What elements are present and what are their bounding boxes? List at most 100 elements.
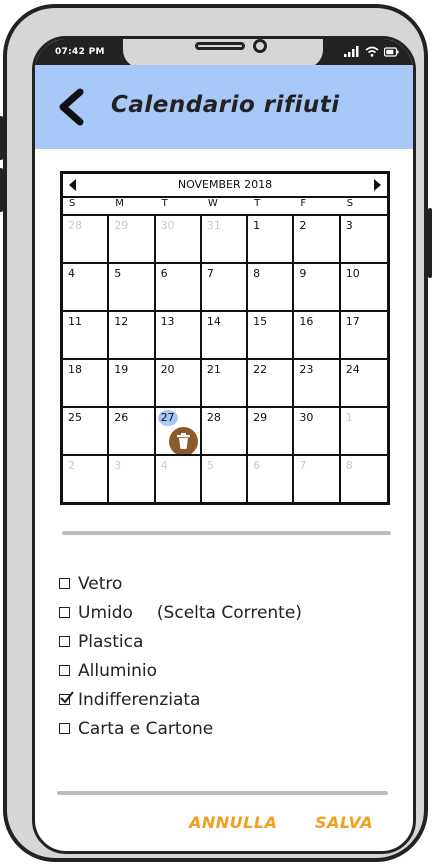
next-month-button[interactable] [374,179,381,191]
cancel-button[interactable]: ANNULLA [189,813,277,832]
day-number: 25 [68,411,82,424]
calendar-day[interactable]: 14 [201,310,249,358]
day-number: 27 [160,411,175,424]
volume-button [0,168,3,212]
calendar-day[interactable]: 18 [63,358,110,406]
calendar-day[interactable]: 9 [294,262,341,310]
calendar-day[interactable]: 6 [155,262,202,310]
day-number: 22 [253,363,268,376]
checkbox-icon[interactable] [59,607,70,618]
waste-option-label: Umido [78,602,133,623]
calendar-day[interactable]: 13 [155,310,202,358]
checkbox-icon[interactable] [59,665,70,676]
day-number: 7 [206,267,214,280]
day-number: 21 [206,363,221,376]
day-number: 17 [345,315,360,328]
calendar-day[interactable]: 4 [63,262,110,310]
day-number: 20 [160,363,175,376]
calendar-day[interactable]: 8 [340,454,387,502]
calendar-day[interactable]: 28 [201,406,249,454]
calendar-day[interactable]: 26 [109,406,156,454]
waste-option[interactable]: Umido (Scelta Corrente) [59,598,302,627]
calendar-day[interactable]: 2 [63,454,110,502]
calendar-day[interactable]: 29 [109,214,156,262]
divider [57,791,388,795]
calendar-day[interactable]: 4 [155,454,202,502]
calendar-day[interactable]: 30 [155,214,202,262]
calendar-header: NOVEMBER 2018 [63,174,387,198]
calendar-day[interactable]: 30 [294,406,341,454]
status-icons [344,46,399,57]
phone-frame: 07:42 PM Calendario rifiuti NOVEMBER 201… [0,4,432,862]
calendar-grid: 28 29 30 31 1 2 3 4 5 6 7 8 9 10 11 12 13 14 15 16 17 18 19 20 2… [63,214,387,502]
calendar-day[interactable]: 5 [201,454,249,502]
calendar-day[interactable]: 11 [63,310,110,358]
calendar-day[interactable]: 2 [294,214,341,262]
weekday-label: T [254,198,261,209]
calendar-day[interactable]: 10 [340,262,387,310]
calendar-day[interactable]: 28 [63,214,110,262]
calendar-day[interactable]: 1 [248,214,295,262]
calendar-day[interactable]: 3 [340,214,387,262]
calendar-day[interactable]: 7 [201,262,249,310]
day-number: 3 [114,459,122,472]
trash-can-icon[interactable] [168,427,198,456]
day-number: 11 [68,315,82,328]
checkbox-checked-icon[interactable] [59,691,74,705]
calendar-day[interactable]: 5 [109,262,156,310]
current-choice-note: (Scelta Corrente) [156,602,302,623]
waste-option-label: Vetro [78,573,123,594]
calendar-day[interactable]: 22 [248,358,295,406]
day-number: 12 [114,315,129,328]
calendar-day[interactable]: 23 [294,358,341,406]
calendar-day[interactable]: 25 [63,406,110,454]
calendar-day[interactable]: 17 [340,310,387,358]
calendar-day[interactable]: 16 [294,310,341,358]
calendar-day[interactable]: 6 [248,454,295,502]
calendar-day[interactable]: 15 [248,310,295,358]
waste-option[interactable]: Vetro [59,569,302,598]
waste-option[interactable]: Carta e Cartone [59,714,302,743]
calendar-day[interactable]: 20 [155,358,202,406]
waste-option[interactable]: Alluminio [59,656,302,685]
calendar-day[interactable]: 12 [109,310,156,358]
day-number: 6 [253,459,261,472]
calendar-day[interactable]: 3 [109,454,156,502]
status-time: 07:42 PM [55,47,105,57]
volume-button [0,116,3,160]
calendar-day[interactable]: 31 [201,214,249,262]
weekday-row: S M T W T F S [63,198,387,212]
day-number: 23 [299,363,314,376]
checkbox-icon[interactable] [59,636,70,647]
weekday-label: W [207,198,218,209]
day-number: 8 [253,267,261,280]
day-number: 18 [68,363,82,376]
screen: 07:42 PM Calendario rifiuti NOVEMBER 201… [32,36,416,854]
day-number: 14 [206,315,221,328]
calendar-day[interactable]: 7 [294,454,341,502]
checkbox-icon[interactable] [59,723,70,734]
weekday-label: S [69,198,76,209]
day-number: 4 [160,459,168,472]
chevron-left-icon [59,88,84,126]
waste-option[interactable]: Indifferenziata [59,685,302,714]
back-button[interactable] [53,87,93,127]
calendar-day[interactable]: 19 [109,358,156,406]
checkbox-icon[interactable] [59,578,70,589]
day-number: 1 [345,411,353,424]
calendar-day[interactable]: 29 [248,406,295,454]
day-number: 10 [345,267,360,280]
save-button[interactable]: SALVA [315,813,373,832]
calendar-day[interactable]: 8 [248,262,295,310]
weekday-label: T [161,198,168,209]
day-number: 28 [206,411,221,424]
day-number: 29 [114,219,129,232]
calendar-day[interactable]: 27 [155,406,202,456]
calendar-day[interactable]: 24 [340,358,387,406]
weekday-label: M [115,198,124,209]
day-number: 28 [68,219,82,232]
waste-option[interactable]: Plastica [59,627,302,656]
day-number: 3 [345,219,353,232]
calendar-day[interactable]: 21 [201,358,249,406]
calendar-day[interactable]: 1 [340,406,387,454]
